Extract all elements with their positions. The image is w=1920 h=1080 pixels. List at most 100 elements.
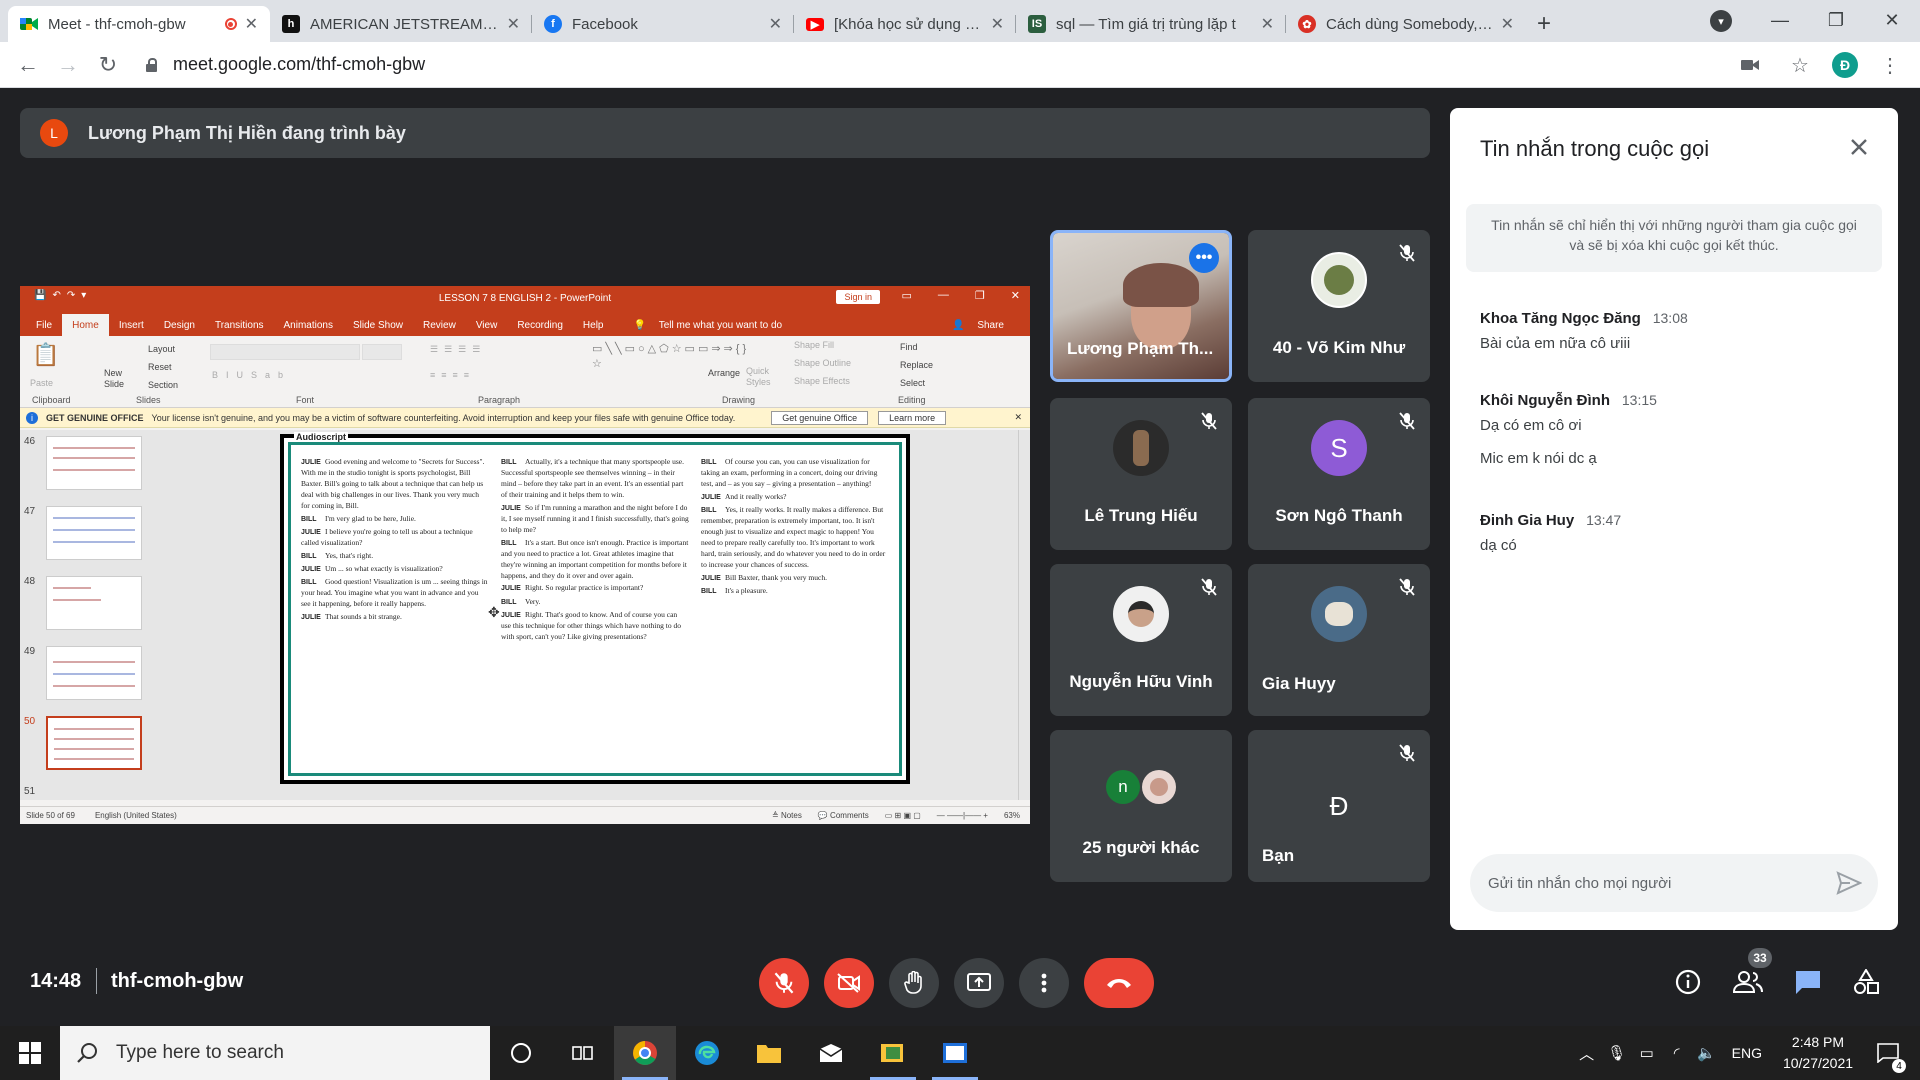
browser-menu-icon[interactable]: ⋮ — [1872, 45, 1908, 85]
chat-input[interactable]: Gửi tin nhắn cho mọi người — [1470, 854, 1878, 912]
show-hidden-icons-icon[interactable]: ︿ — [1572, 1043, 1602, 1064]
ppt-tab-review[interactable]: Review — [413, 314, 466, 336]
notes-button[interactable]: ≜ Notes — [772, 811, 802, 820]
participant-tile[interactable]: S Sơn Ngô Thanh — [1248, 398, 1430, 550]
ppt-tab-home[interactable]: Home — [62, 314, 109, 336]
new-tab-icon[interactable]: + — [1526, 6, 1562, 42]
toggle-mic-button[interactable] — [759, 958, 809, 1008]
maximize-icon[interactable]: ❐ — [1808, 0, 1864, 40]
taskbar-clock[interactable]: 2:48 PM 10/27/2021 — [1772, 1032, 1864, 1074]
microphone-tray-icon[interactable]: 🎙 — [1602, 1044, 1632, 1062]
align-buttons[interactable]: ≡≡≡≡ — [430, 370, 475, 380]
paragraph-buttons[interactable]: ☰☰☰☰ — [430, 344, 486, 355]
learn-more-button[interactable]: Learn more — [878, 410, 947, 425]
font-family-box[interactable] — [210, 344, 360, 360]
zoom-slider[interactable]: — ——|—— + — [937, 811, 988, 820]
ppt-tab-view[interactable]: View — [466, 314, 508, 336]
close-chat-icon[interactable] — [1844, 132, 1874, 162]
leave-call-button[interactable] — [1084, 958, 1154, 1008]
find-button[interactable]: Find — [900, 342, 918, 352]
close-window-icon[interactable]: ✕ — [1864, 0, 1920, 40]
browser-tab-meet[interactable]: Meet - thf-cmoh-gbw ✕ — [8, 6, 270, 42]
shape-fill-button[interactable]: Shape Fill — [794, 340, 834, 350]
shapes-gallery[interactable]: ▭╲╲▭○△⬠☆▭▭⇒⇒{}☆ — [592, 342, 746, 373]
more-options-icon[interactable]: ••• — [1189, 243, 1219, 273]
font-format-buttons[interactable]: BIUSab — [212, 370, 291, 380]
back-icon[interactable]: ← — [8, 45, 48, 85]
close-warning-icon[interactable]: ✕ — [1014, 412, 1022, 423]
task-view-icon[interactable] — [552, 1026, 614, 1080]
participant-tile[interactable]: 40 - Võ Kim Như — [1248, 230, 1430, 382]
others-tile[interactable]: n 25 người khác — [1050, 730, 1232, 882]
edge-taskbar-icon[interactable] — [676, 1026, 738, 1080]
slide-thumbnail[interactable] — [46, 576, 142, 630]
tab-search-icon[interactable]: ▾ — [1710, 10, 1732, 32]
reset-button[interactable]: Reset — [148, 362, 172, 372]
zoom-level[interactable]: 63% — [1004, 811, 1020, 820]
send-icon[interactable] — [1836, 871, 1863, 895]
get-genuine-office-button[interactable]: Get genuine Office — [771, 410, 869, 425]
wifi-icon[interactable]: ◜ — [1662, 1044, 1692, 1062]
participants-button[interactable] — [1730, 964, 1766, 1000]
replace-button[interactable]: Replace — [900, 360, 933, 370]
ppt-sign-in-button[interactable]: Sign in — [836, 290, 880, 304]
participant-tile[interactable]: Lê Trung Hiếu — [1050, 398, 1232, 550]
paste-icon[interactable]: 📋 — [32, 342, 59, 368]
close-tab-icon[interactable]: ✕ — [1501, 14, 1514, 34]
new-slide-button[interactable]: New Slide — [104, 368, 132, 390]
ppt-tab-transitions[interactable]: Transitions — [205, 314, 274, 336]
camera-in-use-icon[interactable] — [1732, 45, 1768, 85]
ppt-share-button[interactable]: 👤 Share — [942, 314, 1030, 336]
close-tab-icon[interactable]: ✕ — [245, 14, 258, 34]
forward-icon[interactable]: → — [48, 45, 88, 85]
browser-tab-youtube[interactable]: ▶ [Khóa học sử dụng SQL ser ✕ — [794, 6, 1016, 42]
minimize-icon[interactable]: — — [1752, 0, 1808, 40]
url-field[interactable]: meet.google.com/thf-cmoh-gbw — [146, 54, 425, 75]
slide-scrollbar[interactable] — [1018, 430, 1030, 800]
close-tab-icon[interactable]: ✕ — [1261, 14, 1274, 34]
comments-button[interactable]: 💬 Comments — [818, 811, 869, 820]
ppt-tab-insert[interactable]: Insert — [109, 314, 154, 336]
ppt-tell-me[interactable]: 💡 Tell me what you want to do — [623, 314, 802, 336]
mail-icon[interactable] — [800, 1026, 862, 1080]
font-size-box[interactable] — [362, 344, 402, 360]
activities-button[interactable] — [1848, 964, 1884, 1000]
reload-icon[interactable]: ↻ — [88, 45, 128, 85]
participant-tile[interactable]: Nguyễn Hữu Vinh — [1050, 564, 1232, 716]
app-taskbar-icon[interactable] — [862, 1026, 924, 1080]
raise-hand-button[interactable] — [889, 958, 939, 1008]
quick-styles-button[interactable]: Quick Styles — [746, 366, 776, 388]
current-slide[interactable]: Audioscript JULIE Good evening and welcom… — [280, 432, 910, 784]
participant-tile-presenter[interactable]: ••• Lương Phạm Th... — [1050, 230, 1232, 382]
section-button[interactable]: Section — [148, 380, 178, 390]
arrange-button[interactable]: Arrange — [708, 368, 740, 378]
cortana-icon[interactable] — [490, 1026, 552, 1080]
ppt-tab-animations[interactable]: Animations — [274, 314, 343, 336]
ppt-tab-slideshow[interactable]: Slide Show — [343, 314, 413, 336]
select-button[interactable]: Select — [900, 378, 925, 388]
browser-tab-somebody[interactable]: ✿ Cách dùng Somebody, som ✕ — [1286, 6, 1526, 42]
ppt-tab-recording[interactable]: Recording — [507, 314, 573, 336]
profile-avatar[interactable]: Đ — [1832, 52, 1858, 78]
slide-thumbnail[interactable] — [46, 506, 142, 560]
view-buttons[interactable]: ▭ ⊞ ▣ ▢ — [885, 811, 921, 820]
browser-tab-facebook[interactable]: f Facebook ✕ — [532, 6, 794, 42]
taskbar-search-box[interactable]: Type here to search — [60, 1026, 490, 1080]
layout-button[interactable]: Layout — [148, 344, 175, 354]
self-tile[interactable]: Đ Bạn — [1248, 730, 1430, 882]
bookmark-star-icon[interactable]: ☆ — [1782, 45, 1818, 85]
browser-tab-sql[interactable]: IS sql — Tìm giá trị trùng lặp t ✕ — [1016, 6, 1286, 42]
start-button[interactable] — [0, 1026, 60, 1080]
slide-thumbnail[interactable] — [46, 646, 142, 700]
toggle-camera-button[interactable] — [824, 958, 874, 1008]
chrome-taskbar-icon[interactable] — [614, 1026, 676, 1080]
meeting-details-button[interactable] — [1670, 964, 1706, 1000]
slide-thumbnail[interactable] — [46, 436, 142, 490]
ppt-tab-design[interactable]: Design — [154, 314, 205, 336]
close-tab-icon[interactable]: ✕ — [991, 14, 1004, 34]
input-language[interactable]: ENG — [1732, 1045, 1762, 1061]
battery-icon[interactable]: ▭ — [1632, 1044, 1662, 1062]
slide-thumbnail-selected[interactable] — [46, 716, 142, 770]
ppt-tab-help[interactable]: Help — [573, 314, 614, 336]
volume-icon[interactable]: 🔈 — [1692, 1044, 1722, 1062]
